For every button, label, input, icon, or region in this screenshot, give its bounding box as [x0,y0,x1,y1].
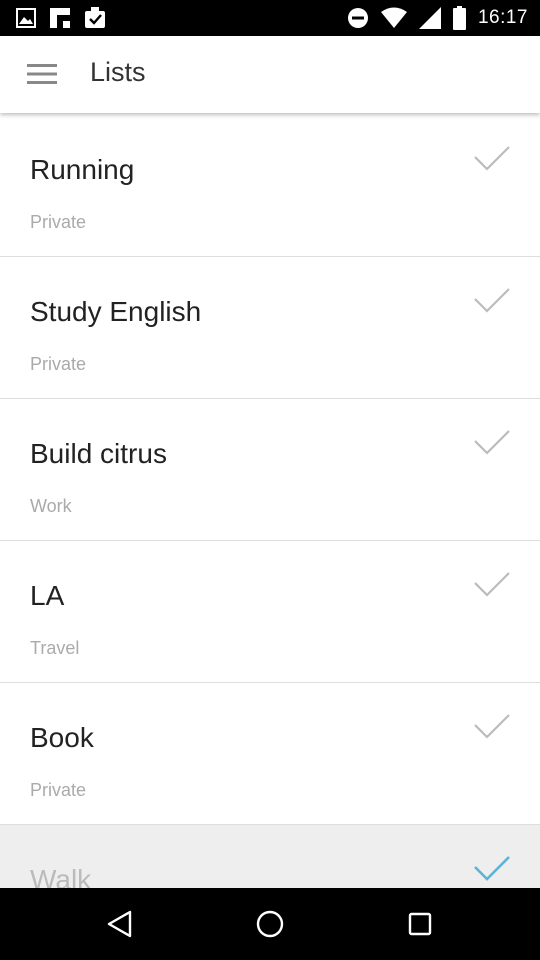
wifi-icon [380,7,407,29]
list-item[interactable]: Build citrus Work [0,399,540,541]
check-icon [474,430,510,455]
status-time: 16:17 [477,7,528,28]
list-item-title: LA [30,580,65,611]
list-item-title: Study English [30,296,202,327]
flipboard-icon [50,8,70,28]
lists-container[interactable]: Running Private Study English Private Bu… [0,115,540,888]
download-box-icon [84,7,106,29]
complete-checkmark-button[interactable] [472,143,512,177]
complete-checkmark-button[interactable] [472,427,512,461]
list-item-category: Private [30,354,87,374]
status-bar: 16:17 [0,0,540,36]
recents-icon [408,912,432,936]
list-item[interactable]: Walk [0,825,540,888]
notification-icons [16,7,106,29]
recents-button[interactable] [402,906,438,942]
list-item[interactable]: Study English Private [0,257,540,399]
home-button[interactable] [252,906,288,942]
list-item[interactable]: Book Private [0,683,540,825]
complete-checkmark-button[interactable] [472,711,512,745]
complete-checkmark-button[interactable] [472,569,512,603]
complete-checkmark-button[interactable] [472,853,512,887]
navigation-bar [0,888,540,960]
check-icon [474,856,510,881]
do-not-disturb-icon [347,7,369,29]
back-icon [107,910,132,938]
list-item[interactable]: LA Travel [0,541,540,683]
list-item[interactable]: Running Private [0,115,540,257]
check-icon [474,146,510,171]
home-icon [256,910,284,938]
system-icons: 16:17 [347,6,528,30]
back-button[interactable] [102,906,138,942]
list-item-category: Private [30,780,87,800]
page-title: Lists [90,57,146,87]
signal-icon [418,7,441,29]
list-item-category: Private [30,212,87,232]
app-bar: Lists [0,36,540,113]
battery-icon [452,6,466,30]
list-item-title: Build citrus [30,438,167,469]
list-item-title: Book [30,722,94,753]
check-icon [474,714,510,739]
complete-checkmark-button[interactable] [472,285,512,319]
menu-button[interactable] [22,58,62,90]
image-icon [16,8,36,28]
list-item-category: Travel [30,638,80,658]
hamburger-menu-icon [27,64,57,84]
list-item-title: Walk [30,864,92,888]
list-item-category: Work [30,496,72,516]
check-icon [474,288,510,313]
check-icon [474,572,510,597]
list-item-title: Running [30,154,135,185]
